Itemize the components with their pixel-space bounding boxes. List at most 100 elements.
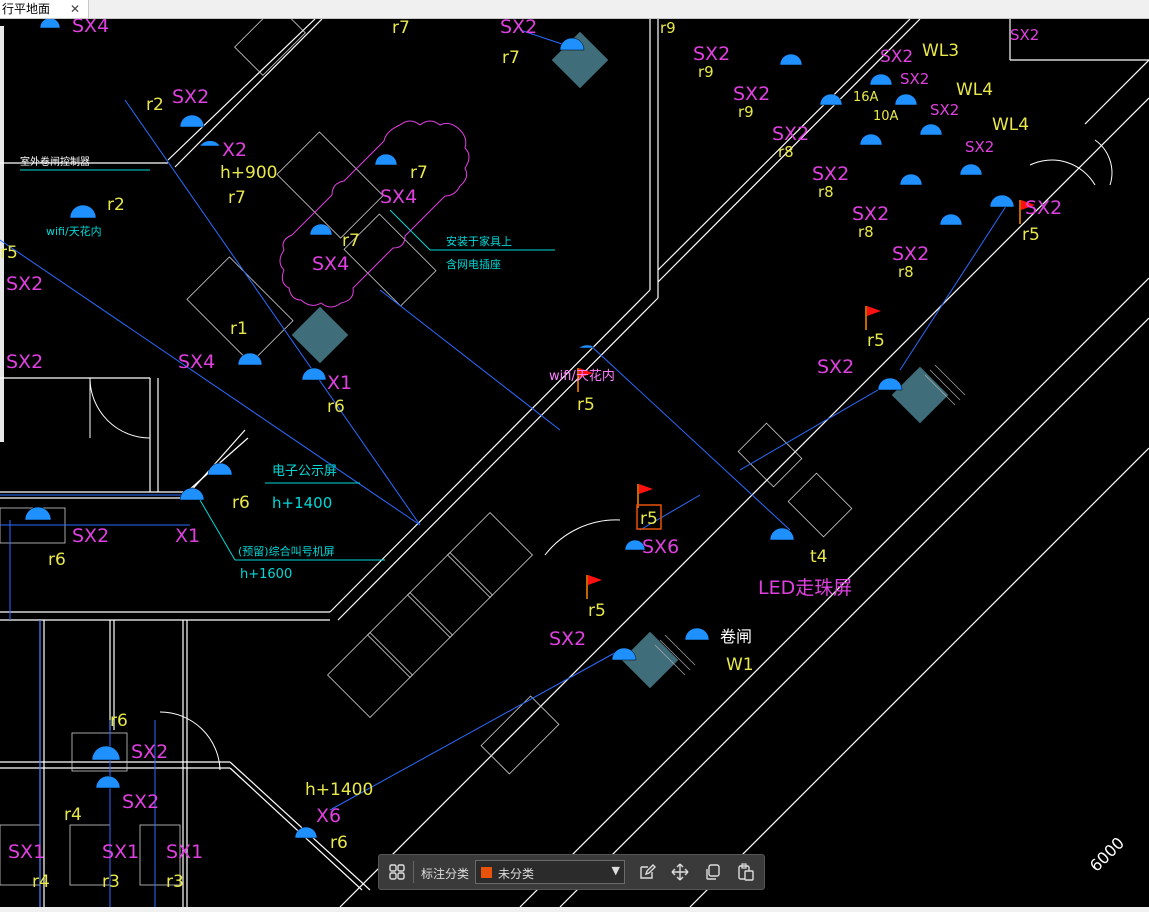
svg-text:X6: X6: [316, 805, 341, 827]
svg-text:SX2: SX2: [1010, 26, 1039, 44]
svg-text:SX1: SX1: [8, 841, 45, 863]
svg-text:LED走珠屏: LED走珠屏: [758, 577, 852, 599]
svg-text:r6: r6: [232, 493, 250, 513]
move-icon[interactable]: [670, 862, 690, 882]
svg-text:r6: r6: [110, 711, 128, 731]
category-select[interactable]: 未分类 ▼: [475, 860, 625, 884]
status-strip: [0, 907, 1149, 912]
copy-icon[interactable]: [703, 862, 723, 882]
svg-text:X2: X2: [222, 139, 247, 161]
svg-text:r2: r2: [107, 195, 125, 215]
edit-icon[interactable]: [637, 862, 657, 882]
door-arcs: [89, 139, 1113, 771]
svg-text:SX2: SX2: [900, 70, 929, 88]
paste-icon[interactable]: [736, 862, 756, 882]
svg-text:SX2: SX2: [131, 741, 168, 763]
svg-text:r9: r9: [660, 19, 676, 37]
svg-text:WL4: WL4: [956, 80, 993, 100]
svg-text:16A: 16A: [853, 90, 879, 105]
svg-text:WL4: WL4: [992, 115, 1029, 135]
svg-text:r2: r2: [146, 95, 164, 115]
svg-text:SX4: SX4: [312, 253, 349, 275]
svg-text:10A: 10A: [873, 109, 899, 124]
svg-text:SX2: SX2: [6, 273, 43, 295]
svg-text:SX2: SX2: [733, 83, 770, 105]
document-tab-title: 行平地面: [2, 2, 51, 16]
svg-text:电子公示屏: 电子公示屏: [272, 464, 337, 479]
svg-text:r8: r8: [818, 183, 834, 201]
svg-text:SX2: SX2: [930, 101, 959, 119]
category-color-swatch: [481, 867, 492, 878]
svg-text:r7: r7: [410, 163, 428, 183]
annotation-toolbar: 标注分类 未分类 ▼: [378, 854, 765, 890]
svg-text:t4: t4: [810, 547, 827, 567]
svg-text:h+900: h+900: [220, 163, 277, 183]
svg-text:W1: W1: [726, 655, 754, 675]
svg-text:wifi/天花内: wifi/天花内: [46, 224, 102, 238]
svg-text:SX2: SX2: [812, 163, 849, 185]
svg-text:r7: r7: [342, 231, 360, 251]
svg-text:r4: r4: [32, 872, 50, 892]
svg-text:SX2: SX2: [852, 203, 889, 225]
svg-text:r9: r9: [738, 103, 754, 121]
label-sx4: SX4: [72, 19, 109, 37]
category-value: 未分类: [498, 867, 535, 881]
svg-text:SX2: SX2: [122, 791, 159, 813]
svg-text:卷闸: 卷闸: [720, 627, 752, 646]
svg-text:r6: r6: [48, 550, 66, 570]
svg-text:r5: r5: [867, 331, 885, 351]
svg-text:r3: r3: [102, 872, 120, 892]
svg-text:WL3: WL3: [922, 41, 959, 61]
svg-text:安装于家具上: 安装于家具上: [446, 234, 512, 248]
svg-text:SX2: SX2: [880, 47, 913, 67]
svg-text:r5: r5: [588, 601, 606, 621]
svg-text:r6: r6: [327, 397, 345, 417]
grid-icon[interactable]: [387, 862, 407, 882]
svg-text:SX2: SX2: [817, 356, 854, 378]
svg-text:SX2: SX2: [892, 243, 929, 265]
equipment-blocks: [291, 31, 966, 689]
svg-text:r1: r1: [230, 319, 248, 339]
wiring: [0, 29, 1011, 907]
toolbar-divider: [413, 861, 414, 883]
svg-text:SX2: SX2: [72, 525, 109, 547]
svg-text:X1: X1: [175, 525, 200, 547]
svg-text:h+1400: h+1400: [272, 494, 332, 512]
svg-text:r6: r6: [330, 833, 348, 853]
svg-text:r5: r5: [640, 509, 658, 529]
svg-text:r8: r8: [778, 143, 794, 161]
category-label: 标注分类: [421, 867, 470, 881]
cad-drawing-canvas[interactable]: SX4 SX2 X2 SX2 SX4 SX4 SX2 SX2 SX4 X1 SX…: [0, 4, 1149, 908]
svg-text:r5: r5: [577, 395, 595, 415]
svg-text:r7: r7: [228, 188, 246, 208]
svg-text:h+1600: h+1600: [240, 567, 292, 582]
close-icon[interactable]: ✕: [70, 0, 80, 18]
magenta-labels: SX4 SX2 X2 SX2 SX4 SX4 SX2 SX2 SX4 X1 SX…: [6, 15, 1062, 863]
svg-text:(预留)综合叫号机屏: (预留)综合叫号机屏: [238, 544, 335, 558]
svg-text:SX2: SX2: [772, 123, 809, 145]
svg-text:室外卷闸控制器: 室外卷闸控制器: [20, 155, 90, 168]
svg-text:h+1400: h+1400: [305, 780, 373, 800]
svg-text:SX2: SX2: [693, 43, 730, 65]
svg-text:r7: r7: [502, 48, 520, 68]
svg-text:含网电插座: 含网电插座: [446, 257, 501, 271]
svg-text:SX2: SX2: [1025, 197, 1062, 219]
svg-text:r5: r5: [0, 243, 18, 263]
svg-text:r3: r3: [166, 872, 184, 892]
svg-text:SX2: SX2: [172, 86, 209, 108]
svg-text:wifi/天花内: wifi/天花内: [549, 368, 615, 384]
svg-text:SX2: SX2: [549, 628, 586, 650]
svg-text:SX1: SX1: [166, 841, 203, 863]
svg-text:r8: r8: [898, 263, 914, 281]
svg-text:r8: r8: [858, 223, 874, 241]
document-tab-bar: 行平地面 ✕: [0, 0, 1149, 19]
document-tab[interactable]: 行平地面 ✕: [0, 0, 89, 18]
svg-text:SX2: SX2: [6, 351, 43, 373]
svg-text:SX1: SX1: [102, 841, 139, 863]
blue-devices: [24, 17, 1015, 839]
svg-text:SX2: SX2: [965, 138, 994, 156]
svg-text:6000: 6000: [1086, 833, 1128, 875]
revision-cloud: [279, 120, 470, 308]
svg-text:SX4: SX4: [178, 351, 215, 373]
svg-text:r5: r5: [1022, 225, 1040, 245]
